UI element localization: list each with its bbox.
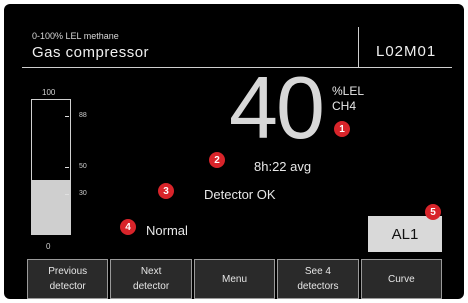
menu-button[interactable]: Menu (193, 259, 276, 299)
gauge-tick (65, 193, 69, 195)
gauge-min-label: 0 (46, 242, 51, 251)
gas-reading-value: 40 (229, 58, 325, 157)
hmi-screen: 0-100% LEL methane Gas compressor L02M01… (4, 4, 464, 299)
callout-marker-2: 2 (209, 152, 225, 168)
curve-button[interactable]: Curve (360, 259, 443, 299)
softkey-bar: Previous detector Next detector Menu See 4… (27, 259, 443, 299)
location-title: Gas compressor (32, 44, 150, 61)
gauge-fill (32, 180, 70, 234)
previous-detector-button[interactable]: Previous detector (27, 259, 109, 299)
callout-marker-3: 3 (158, 183, 174, 199)
callout-marker-5: 5 (425, 204, 441, 220)
range-label: 0-100% LEL methane (32, 31, 119, 41)
gauge-tick (65, 116, 69, 118)
gauge-tick-label: 88 (79, 112, 87, 120)
detector-status: Detector OK (204, 187, 276, 202)
gauge-tick (65, 167, 69, 168)
callout-marker-4: 4 (120, 219, 136, 235)
gauge-max-label: 100 (42, 88, 56, 97)
gauge-tick-label: 50 (79, 163, 87, 170)
alarm-indicator-al1[interactable]: AL1 (368, 216, 442, 252)
gauge-tick-label: 30 (79, 189, 87, 197)
average-reading: 8h:22 avg (254, 159, 312, 174)
header-divider (358, 27, 359, 67)
see-4-detectors-button[interactable]: See 4 detectors (277, 259, 359, 299)
detector-code: L02M01 (376, 43, 437, 60)
callout-marker-1: 1 (334, 121, 350, 137)
alarm-state: Normal (146, 223, 188, 238)
reading-unit: %LEL (332, 84, 365, 98)
next-detector-button[interactable]: Next detector (110, 259, 192, 299)
gas-type: CH4 (332, 99, 357, 113)
